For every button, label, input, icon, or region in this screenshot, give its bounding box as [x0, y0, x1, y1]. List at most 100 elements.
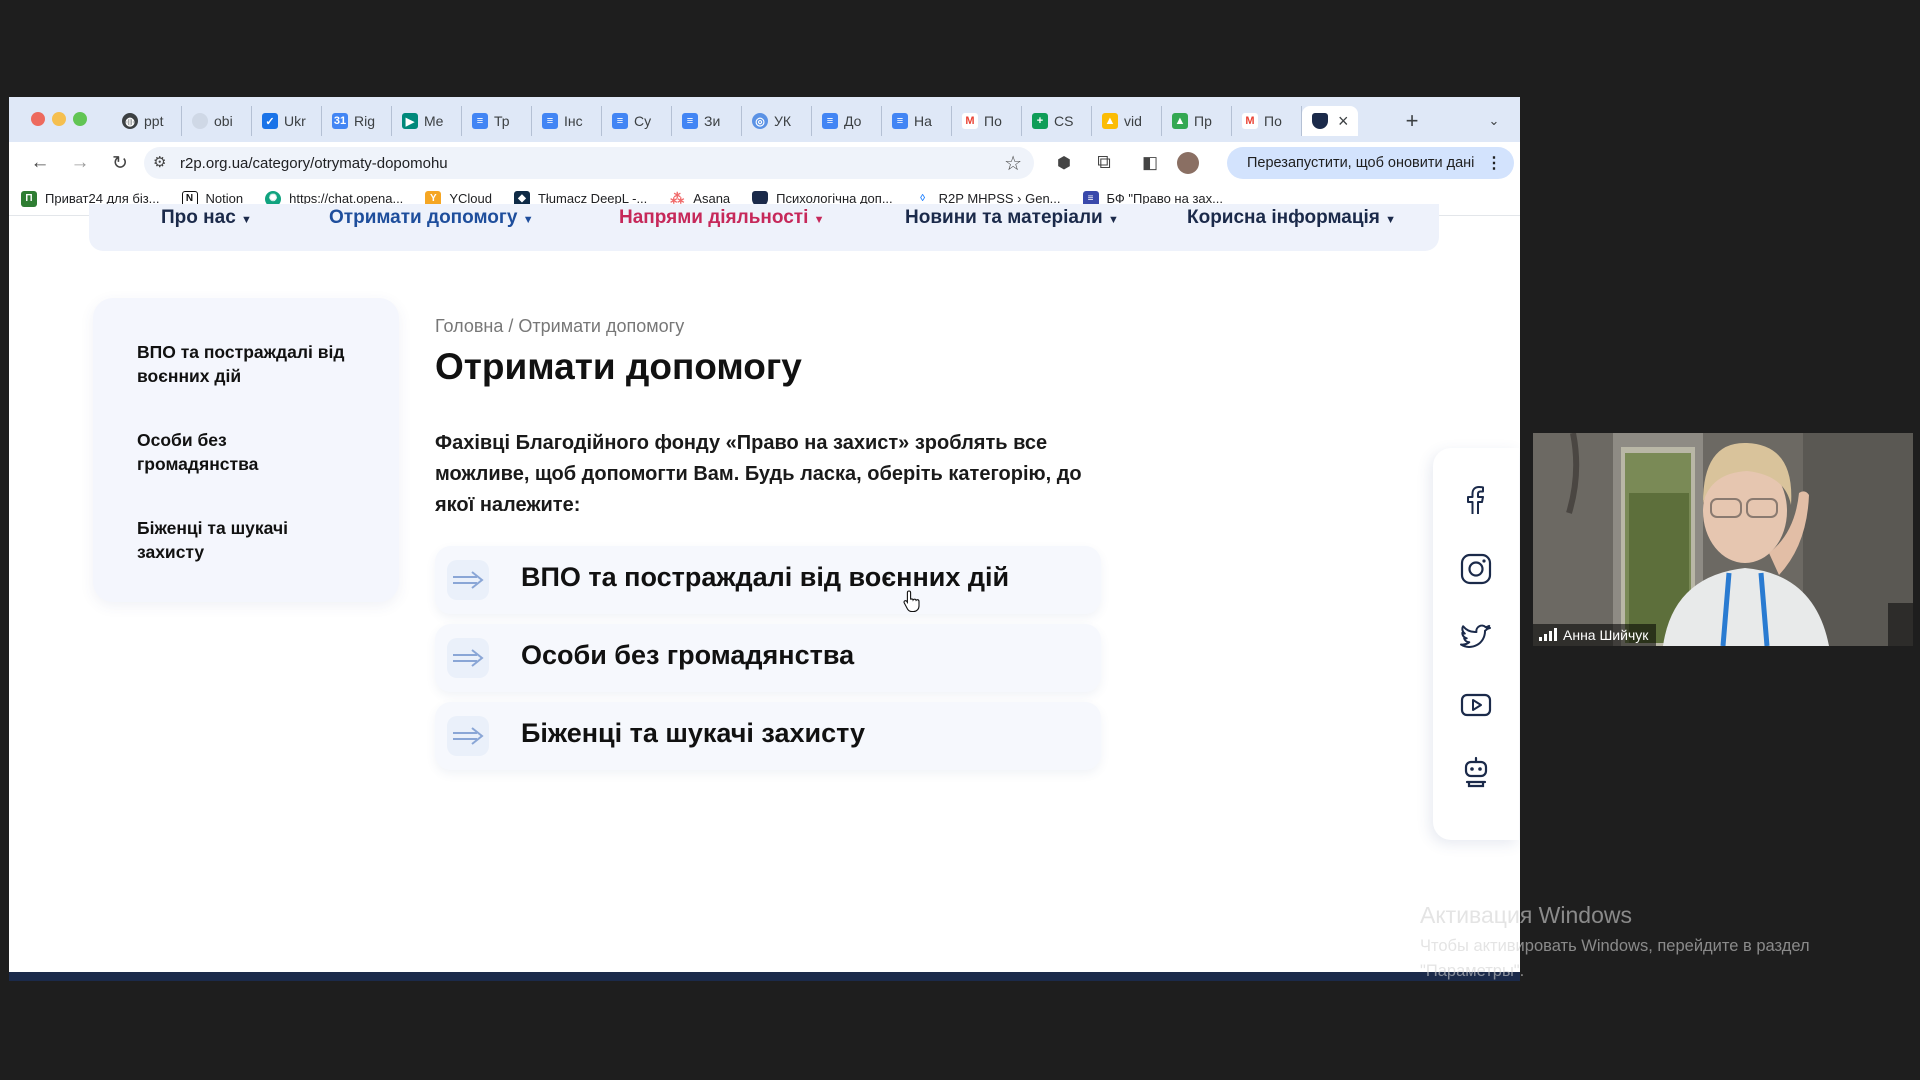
- browser-tab[interactable]: ≡ На: [882, 106, 952, 136]
- windows-activation-text: Чтобы активировать Windows, перейдите в …: [1420, 937, 1810, 980]
- tab-label: Ukr: [284, 113, 306, 129]
- docs-icon: ≡: [892, 113, 908, 129]
- tab-label: Me: [424, 113, 444, 129]
- nav-label: Отримати допомогу: [329, 207, 518, 228]
- drive-icon: ▲: [1172, 113, 1188, 129]
- youtube-icon[interactable]: [1459, 688, 1493, 722]
- back-button[interactable]: ←: [27, 150, 53, 176]
- globe-icon: ◍: [122, 113, 138, 129]
- browser-toolbar: ← → ↻ ⚙ r2p.org.ua/category/otrymaty-dop…: [9, 142, 1520, 182]
- sidebar-item-refugees[interactable]: Біженці та шукачі захисту: [137, 516, 327, 564]
- tab-label: Rig: [354, 113, 376, 129]
- site-settings-icon[interactable]: ⚙: [153, 153, 166, 171]
- sidebar-item-stateless[interactable]: Особи без громадянства: [137, 428, 297, 476]
- relaunch-to-update-button[interactable]: Перезапустити, щоб оновити дані ⋮: [1227, 147, 1514, 179]
- browser-tab[interactable]: ≡ До: [812, 106, 882, 136]
- drive-icon: ▲: [1102, 113, 1118, 129]
- nav-activities[interactable]: Напрями діяльності ▼: [619, 207, 825, 229]
- address-bar[interactable]: ⚙ r2p.org.ua/category/otrymaty-dopomohu …: [144, 147, 1034, 179]
- browser-tab[interactable]: ◍ ppt: [112, 106, 182, 136]
- browser-tab[interactable]: ◎ УК: [742, 106, 812, 136]
- sheets-icon: +: [1032, 113, 1048, 129]
- browser-tab[interactable]: ▶ Me: [392, 106, 462, 136]
- participant-name: Анна Шийчук: [1563, 627, 1649, 643]
- web-page: Про нас ▼ Отримати допомогу ▼ Напрями ді…: [9, 204, 1520, 981]
- instagram-icon[interactable]: [1459, 552, 1493, 586]
- browser-tab[interactable]: M По: [952, 106, 1022, 136]
- category-sidebar: ВПО та постраждалі від воєнних дій Особи…: [93, 298, 399, 602]
- browser-tab-active[interactable]: ×: [1302, 106, 1358, 136]
- tab-label: vid: [1124, 113, 1142, 129]
- tab-label: Інс: [564, 113, 583, 129]
- maximize-window-button[interactable]: [73, 112, 87, 126]
- participant-video-image: [1533, 433, 1913, 646]
- facebook-icon[interactable]: [1459, 484, 1493, 518]
- un-icon: ◎: [752, 113, 768, 129]
- twitter-icon[interactable]: [1459, 620, 1493, 654]
- participant-name-bar: Анна Шийчук: [1533, 624, 1657, 646]
- close-window-button[interactable]: [31, 112, 45, 126]
- browser-tab[interactable]: ≡ Зи: [672, 106, 742, 136]
- extension-icon[interactable]: ⬢: [1051, 150, 1077, 176]
- page-bottom-strip: [9, 972, 1520, 981]
- circle-icon: [192, 113, 208, 129]
- video-participant-tile[interactable]: Анна Шийчук: [1533, 433, 1913, 646]
- category-card-label: Біженці та шукачі захисту: [521, 718, 866, 748]
- browser-tab[interactable]: ≡ Су: [602, 106, 672, 136]
- breadcrumb[interactable]: Головна / Отримати допомогу: [435, 316, 684, 337]
- tab-list: ◍ ppt obi ✓ Ukr 31 Rig ▶ Me ≡ Тр ≡ Інс ≡ Су ≡ Зи…: [112, 106, 1358, 136]
- arrow-right-icon: [447, 716, 489, 756]
- category-card-stateless[interactable]: Особи без громадянства: [435, 624, 1101, 692]
- browser-tab[interactable]: + CS: [1022, 106, 1092, 136]
- tab-close-icon[interactable]: ×: [1338, 111, 1349, 132]
- nav-label: Корисна інформація: [1187, 207, 1380, 228]
- browser-tab[interactable]: ▲ Пр: [1162, 106, 1232, 136]
- tab-label: До: [844, 113, 862, 129]
- privat24-icon: П: [21, 190, 37, 207]
- bookmark-star-icon[interactable]: ☆: [1004, 151, 1022, 176]
- meet-icon: ▶: [402, 113, 418, 129]
- tab-search-button[interactable]: ⌄: [1481, 109, 1507, 133]
- minimize-window-button[interactable]: [52, 112, 66, 126]
- page-title: Отримати допомогу: [435, 346, 802, 387]
- nav-label: Напрями діяльності: [619, 207, 809, 228]
- browser-tab[interactable]: 31 Rig: [322, 106, 392, 136]
- more-menu-icon[interactable]: ⋮: [1486, 153, 1502, 173]
- tab-label: УК: [774, 113, 792, 129]
- forward-button[interactable]: →: [67, 150, 93, 176]
- chatbot-icon[interactable]: [1459, 756, 1493, 790]
- category-card-idp[interactable]: ВПО та постраждалі від воєнних дій: [435, 546, 1101, 614]
- side-panel-icon[interactable]: ◧: [1137, 150, 1163, 176]
- profile-avatar[interactable]: [1175, 150, 1201, 176]
- windows-activation-title: Активация Windows: [1420, 902, 1632, 928]
- nav-about[interactable]: Про нас ▼: [161, 207, 252, 229]
- nav-useful-info[interactable]: Корисна інформація ▼: [1187, 207, 1396, 229]
- browser-tab[interactable]: M По: [1232, 106, 1302, 136]
- reload-button[interactable]: ↻: [107, 150, 133, 176]
- new-tab-button[interactable]: +: [1397, 106, 1427, 136]
- tab-label: На: [914, 113, 932, 129]
- gmail-icon: M: [962, 113, 978, 129]
- nav-get-help[interactable]: Отримати допомогу ▼: [329, 207, 534, 229]
- extensions-puzzle-icon[interactable]: ⧉: [1091, 150, 1117, 176]
- hand-cursor-icon: [903, 590, 921, 617]
- arrow-right-icon: [447, 560, 489, 600]
- tab-strip: ◍ ppt obi ✓ Ukr 31 Rig ▶ Me ≡ Тр ≡ Інс ≡ Су ≡ Зи…: [9, 97, 1520, 142]
- chevron-down-icon: ▼: [1385, 214, 1397, 226]
- tab-label: ppt: [144, 113, 164, 129]
- url-text[interactable]: r2p.org.ua/category/otrymaty-dopomohu: [180, 155, 448, 172]
- chevron-down-icon: ▼: [813, 214, 825, 226]
- intro-text: Фахівці Благодійного фонду «Право на зах…: [435, 432, 1082, 516]
- sidebar-item-idp[interactable]: ВПО та постраждалі від воєнних дій: [137, 340, 367, 388]
- browser-tab[interactable]: ≡ Інс: [532, 106, 602, 136]
- nav-news[interactable]: Новини та матеріали ▼: [905, 207, 1119, 229]
- category-card-label: Особи без громадянства: [521, 640, 855, 670]
- docs-icon: ≡: [822, 113, 838, 129]
- docs-icon: ≡: [542, 113, 558, 129]
- browser-tab[interactable]: ▲ vid: [1092, 106, 1162, 136]
- site-main-nav: Про нас ▼ Отримати допомогу ▼ Напрями ді…: [89, 204, 1439, 251]
- browser-tab[interactable]: obi: [182, 106, 252, 136]
- category-card-refugees[interactable]: Біженці та шукачі захисту: [435, 702, 1101, 770]
- browser-tab[interactable]: ✓ Ukr: [252, 106, 322, 136]
- browser-tab[interactable]: ≡ Тр: [462, 106, 532, 136]
